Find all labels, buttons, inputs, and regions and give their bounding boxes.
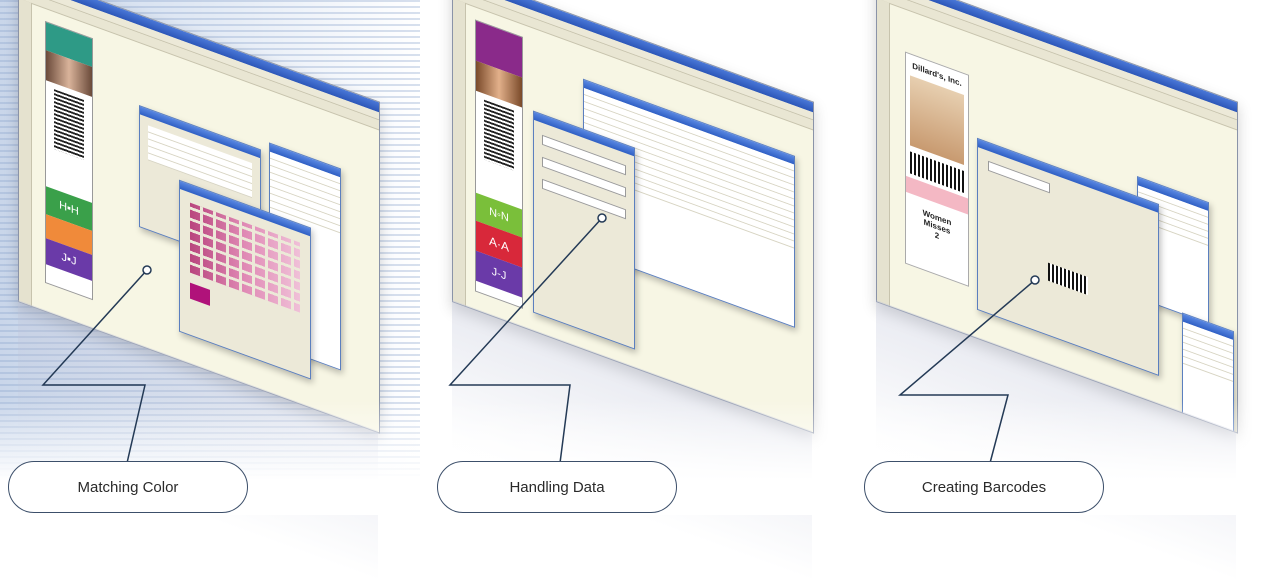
leader-line-handling-data <box>448 217 603 464</box>
callout-matching-color: Matching Color <box>8 461 248 513</box>
callout-label: Matching Color <box>77 478 179 496</box>
callout-creating-barcodes: Creating Barcodes <box>864 461 1104 513</box>
callout-label: Handling Data <box>509 478 605 496</box>
leader-dot <box>1030 275 1040 285</box>
leader-dot <box>597 213 607 223</box>
callout-leaders <box>41 213 1040 464</box>
leader-dot <box>142 265 152 275</box>
leader-line-creating-barcodes <box>897 279 1036 464</box>
leader-line-matching-color <box>41 269 148 464</box>
callout-handling-data: Handling Data <box>437 461 677 513</box>
callout-label: Creating Barcodes <box>921 478 1047 496</box>
